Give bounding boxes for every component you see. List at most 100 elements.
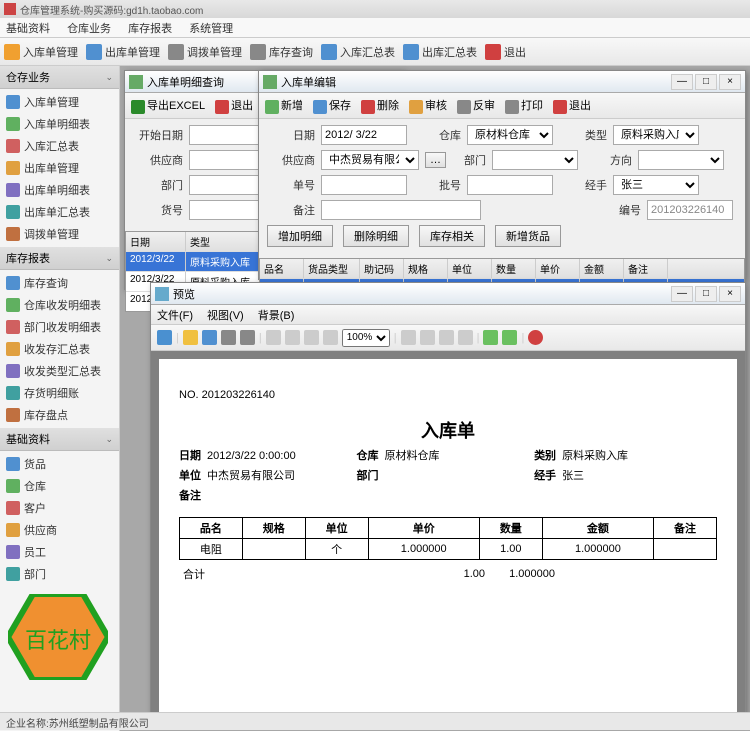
statusbar: 企业名称:苏州纸塑制品有限公司 [0, 712, 750, 730]
maximize-button[interactable]: □ [695, 286, 717, 302]
zoom-in-icon[interactable] [285, 330, 300, 345]
save-icon[interactable] [202, 330, 217, 345]
stock-related-button[interactable]: 库存相关 [419, 225, 485, 247]
date-input[interactable] [321, 125, 407, 145]
sidebar-item[interactable]: 客户 [0, 497, 119, 519]
sidebar-item[interactable]: 库存盘点 [0, 404, 119, 426]
type-select[interactable]: 原料采购入库 [613, 125, 699, 145]
batch-input[interactable] [467, 175, 553, 195]
zoom-select[interactable]: 100% [342, 329, 390, 347]
sidebar-item[interactable]: 供应商 [0, 519, 119, 541]
print-setup-icon[interactable] [240, 330, 255, 345]
nav-icon [6, 364, 20, 378]
handler-select[interactable]: 张三 [613, 175, 699, 195]
open-icon[interactable] [183, 330, 198, 345]
menu-item[interactable]: 库存报表 [128, 23, 172, 35]
edit-tb-button[interactable]: 保存 [313, 97, 351, 113]
minimize-button[interactable]: — [671, 74, 693, 90]
edit-tb-button[interactable]: 审核 [409, 97, 447, 113]
dept-input[interactable] [189, 175, 269, 195]
menu-file[interactable]: 文件(F) [157, 307, 193, 323]
toolbar-button[interactable]: 入库汇总表 [321, 44, 395, 60]
sidebar-item[interactable]: 存货明细账 [0, 382, 119, 404]
export-icon[interactable] [483, 330, 498, 345]
sidebar-item[interactable]: 出库单汇总表 [0, 201, 119, 223]
sidebar-item[interactable]: 出库单管理 [0, 157, 119, 179]
supplier-lookup-button[interactable]: … [425, 152, 446, 168]
dept-select[interactable] [492, 150, 578, 170]
minimize-button[interactable]: — [671, 286, 693, 302]
edit-tb-button[interactable]: 反审 [457, 97, 495, 113]
menu-item[interactable]: 基础资料 [6, 23, 50, 35]
fit-icon[interactable] [323, 330, 338, 345]
nav-icon[interactable] [157, 330, 172, 345]
zoom-out-icon[interactable] [304, 330, 319, 345]
sidebar-item[interactable]: 部门收发明细表 [0, 316, 119, 338]
window-titlebar[interactable]: 预览 —□× [151, 283, 745, 305]
sidebar-item[interactable]: 员工 [0, 541, 119, 563]
preview-viewport[interactable]: NO. 201203226140 入库单 日期2012/3/22 0:00:00… [151, 351, 745, 721]
sidebar-item[interactable]: 收发存汇总表 [0, 338, 119, 360]
sidebar-item[interactable]: 入库汇总表 [0, 135, 119, 157]
sidebar-item[interactable]: 出库单明细表 [0, 179, 119, 201]
email-icon[interactable] [502, 330, 517, 345]
menu-view[interactable]: 视图(V) [207, 307, 244, 323]
new-product-button[interactable]: 新增货品 [495, 225, 561, 247]
edit-tb-button[interactable]: 新增 [265, 97, 303, 113]
tb-icon [505, 100, 519, 114]
sidebar-item[interactable]: 仓库 [0, 475, 119, 497]
warehouse-select[interactable]: 原材料仓库 [467, 125, 553, 145]
next-page-icon[interactable] [439, 330, 454, 345]
toolbar-button[interactable]: 出库单管理 [86, 44, 160, 60]
preview-menubar: 文件(F) 视图(V) 背景(B) [151, 305, 745, 325]
toolbar-button[interactable]: 入库单管理 [4, 44, 78, 60]
sidebar-item[interactable]: 库存查询 [0, 272, 119, 294]
prev-page-icon[interactable] [420, 330, 435, 345]
close-button[interactable]: × [719, 74, 741, 90]
window-icon [263, 75, 277, 89]
toolbar-button[interactable]: 出库汇总表 [403, 44, 477, 60]
sidebar-item[interactable]: 入库单明细表 [0, 113, 119, 135]
print-icon[interactable] [221, 330, 236, 345]
sidebar-item[interactable]: 入库单管理 [0, 91, 119, 113]
toolbar-button[interactable]: 退出 [485, 44, 526, 60]
sidebar-item[interactable]: 货品 [0, 453, 119, 475]
panel-header[interactable]: 仓存业务⌄ [0, 66, 119, 89]
start-date-input[interactable] [189, 125, 269, 145]
panel-header[interactable]: 基础资料⌄ [0, 428, 119, 451]
sidebar-item[interactable]: 收发类型汇总表 [0, 360, 119, 382]
sku-input[interactable] [189, 200, 269, 220]
menu-background[interactable]: 背景(B) [258, 307, 295, 323]
nav-icon [6, 139, 20, 153]
supplier-input[interactable] [189, 150, 269, 170]
chevron-icon: ⌄ [105, 72, 113, 83]
sidebar-item[interactable]: 调拨单管理 [0, 223, 119, 245]
menu-item[interactable]: 系统管理 [189, 23, 233, 35]
chevron-icon: ⌄ [105, 434, 113, 445]
edit-tb-button[interactable]: 删除 [361, 97, 399, 113]
close-button[interactable]: × [719, 286, 741, 302]
supplier-select[interactable]: 中杰贸易有限公司 [321, 150, 419, 170]
find-icon[interactable] [266, 330, 281, 345]
edit-tb-button[interactable]: 退出 [553, 97, 591, 113]
edit-tb-button[interactable]: 打印 [505, 97, 543, 113]
report-page: NO. 201203226140 入库单 日期2012/3/22 0:00:00… [159, 359, 737, 721]
docno-input[interactable] [321, 175, 407, 195]
first-page-icon[interactable] [401, 330, 416, 345]
close-icon[interactable] [528, 330, 543, 345]
export-excel-button[interactable]: 导出EXCEL [131, 97, 205, 113]
remark-input[interactable] [321, 200, 481, 220]
toolbar-button[interactable]: 库存查询 [250, 44, 313, 60]
window-titlebar[interactable]: 入库单编辑 —□× [259, 71, 745, 93]
menu-item[interactable]: 仓库业务 [67, 23, 111, 35]
exit-button[interactable]: 退出 [215, 97, 253, 113]
add-detail-button[interactable]: 增加明细 [267, 225, 333, 247]
direction-select[interactable] [638, 150, 724, 170]
last-page-icon[interactable] [458, 330, 473, 345]
sidebar-item[interactable]: 仓库收发明细表 [0, 294, 119, 316]
maximize-button[interactable]: □ [695, 74, 717, 90]
sidebar-item[interactable]: 部门 [0, 563, 119, 585]
toolbar-button[interactable]: 调拨单管理 [168, 44, 242, 60]
remove-detail-button[interactable]: 删除明细 [343, 225, 409, 247]
panel-header[interactable]: 库存报表⌄ [0, 247, 119, 270]
